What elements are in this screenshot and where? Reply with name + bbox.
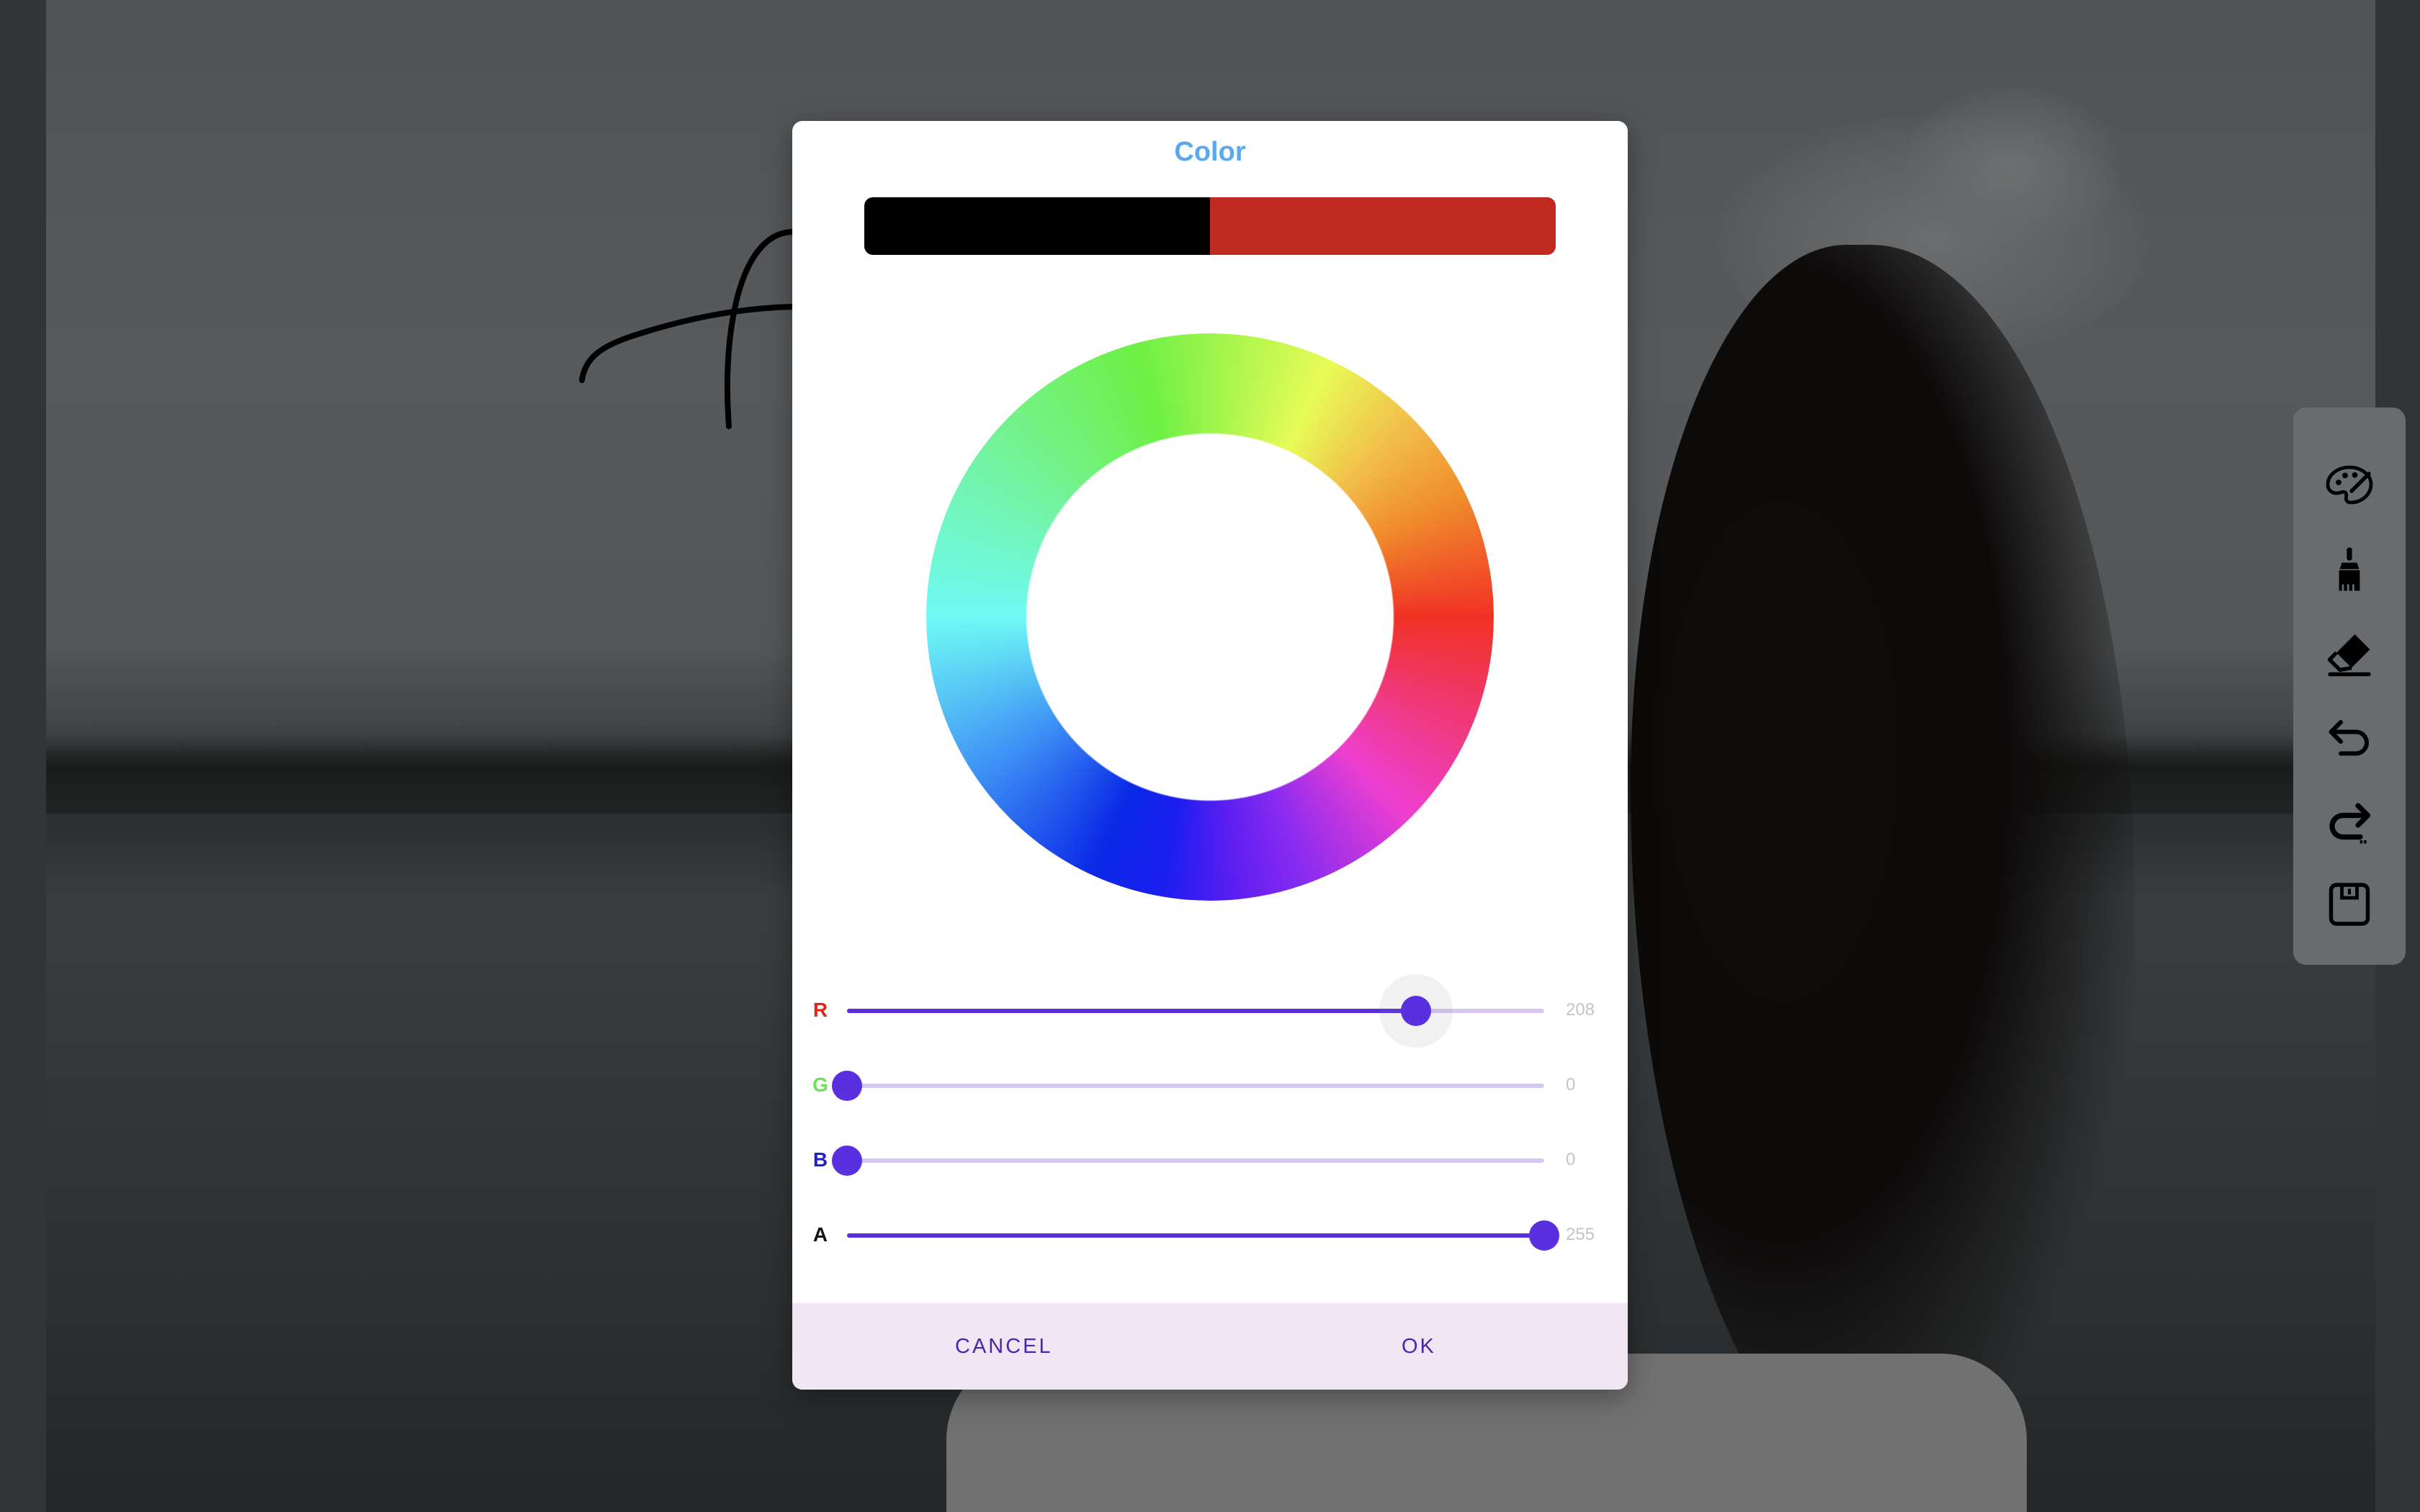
alpha-slider-row: A 255 [792, 1210, 1628, 1260]
red-slider-row: R 208 [792, 974, 1628, 1048]
hue-color-wheel[interactable] [926, 333, 1494, 901]
brush-icon [2339, 547, 2360, 591]
blue-slider-row: B 0 [792, 1135, 1628, 1185]
red-slider-label: R [812, 999, 828, 1021]
cancel-button[interactable]: CANCEL [955, 1303, 1053, 1390]
blue-value: 0 [1566, 1150, 1576, 1169]
alpha-value: 255 [1566, 1225, 1595, 1244]
redo-icon [2329, 803, 2371, 844]
current-color-swatch [1210, 197, 1556, 255]
blue-slider[interactable] [832, 1146, 1544, 1176]
blue-slider-label: B [812, 1148, 828, 1171]
palette-tool-button[interactable] [2313, 451, 2385, 523]
undo-icon [2329, 720, 2369, 756]
save-icon [2329, 883, 2370, 926]
undo-tool-button[interactable] [2313, 701, 2385, 773]
red-slider[interactable] [847, 974, 1544, 1048]
alpha-slider[interactable] [847, 1220, 1559, 1251]
green-slider-thumb[interactable] [832, 1071, 862, 1101]
green-value: 0 [1566, 1075, 1576, 1094]
red-slider-thumb[interactable] [1400, 996, 1431, 1026]
save-tool-button[interactable] [2313, 868, 2385, 940]
eraser-tool-button[interactable] [2313, 618, 2385, 690]
red-value: 208 [1566, 1000, 1595, 1020]
drawing-canvas[interactable]: Color R 208 G 0 B 0 A 255 CANCEL OK [0, 0, 2420, 1512]
green-slider-row: G 0 [792, 1060, 1628, 1110]
color-preview-swatch [864, 197, 1556, 255]
color-picker-dialog: Color R 208 G 0 B 0 A 255 CANCEL OK [792, 121, 1628, 1390]
alpha-slider-thumb[interactable] [1529, 1220, 1559, 1251]
eraser-icon [2327, 634, 2371, 677]
red-slider-fill [847, 1009, 1416, 1013]
redo-tool-button[interactable] [2313, 785, 2385, 857]
ok-button[interactable]: OK [1402, 1303, 1436, 1390]
brush-tool-button[interactable] [2313, 534, 2385, 606]
tool-sidebar [2293, 408, 2406, 965]
green-slider[interactable] [832, 1071, 1544, 1101]
dialog-title: Color [1174, 137, 1246, 167]
green-slider-label: G [812, 1074, 828, 1096]
alpha-slider-label: A [812, 1223, 828, 1246]
palette-icon [2326, 465, 2373, 505]
dialog-actions: CANCEL OK [792, 1303, 1628, 1390]
blue-slider-thumb[interactable] [832, 1146, 862, 1176]
previous-color-swatch[interactable] [864, 197, 1210, 255]
alpha-slider-fill [847, 1233, 1544, 1238]
